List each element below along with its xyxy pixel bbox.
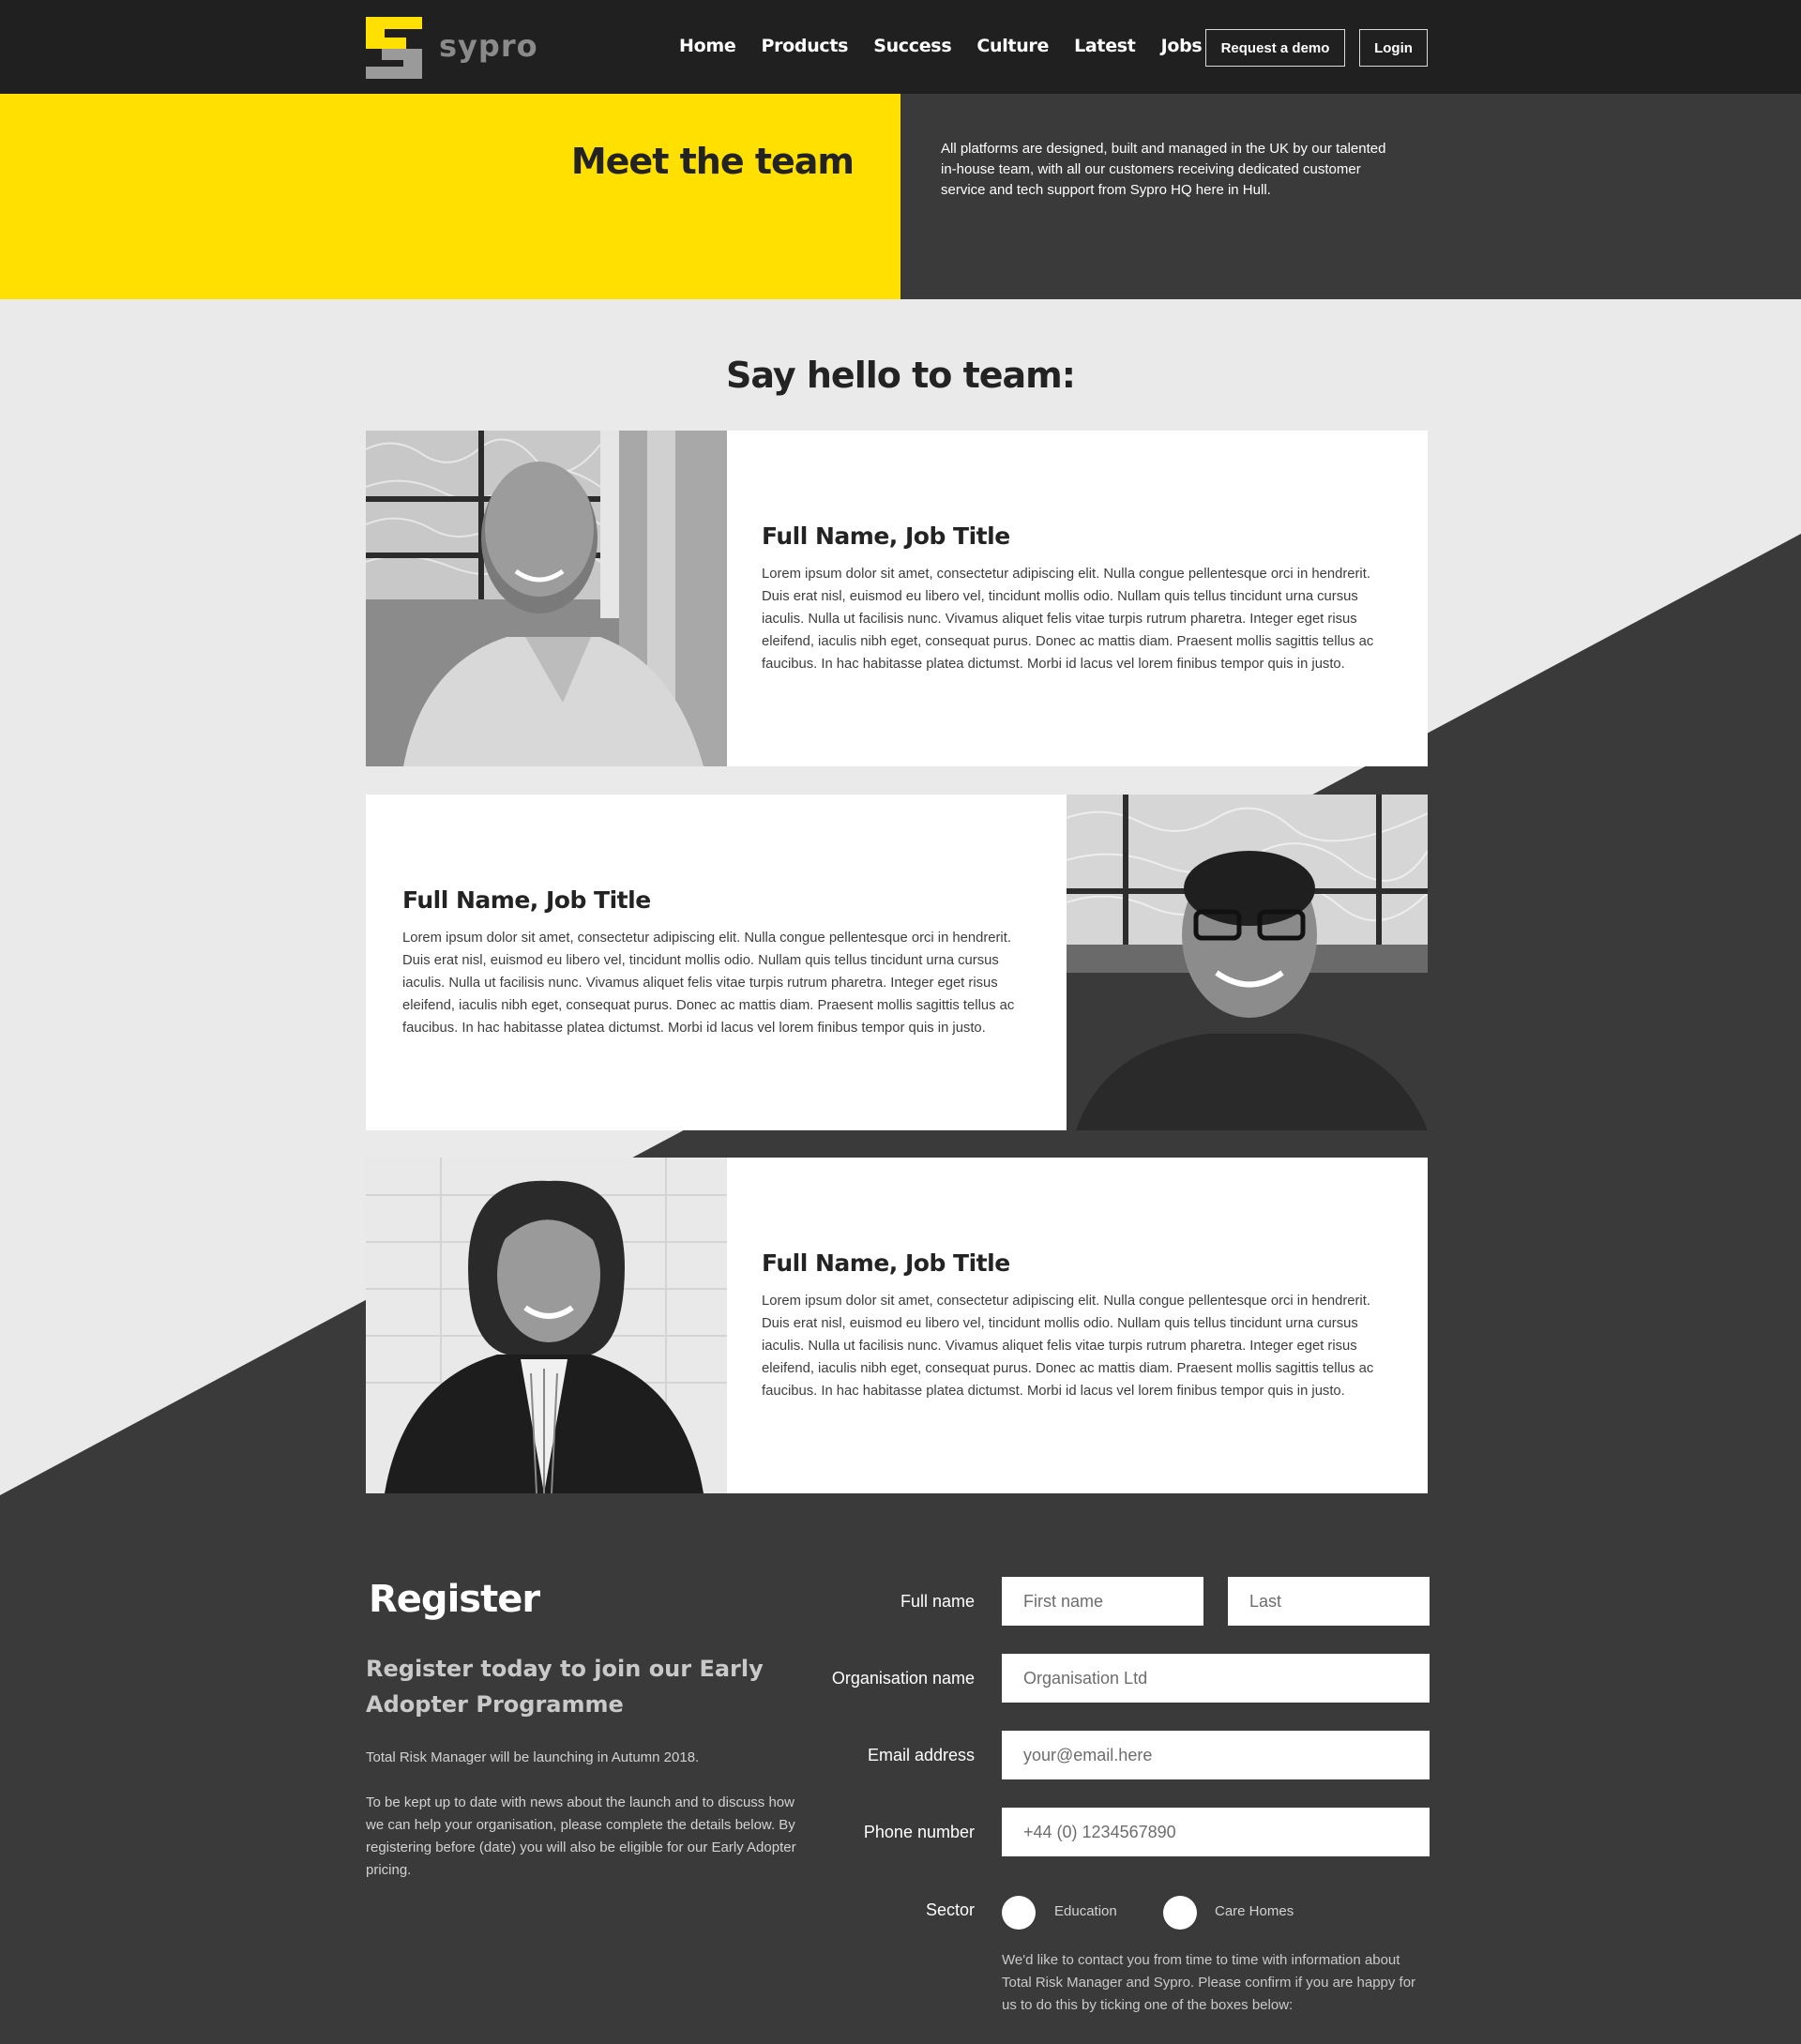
team-heading: Say hello to team: bbox=[726, 355, 1076, 396]
organisation-label: Organisation name bbox=[831, 1669, 975, 1688]
team-member-card: Full Name, Job Title Lorem ipsum dolor s… bbox=[366, 431, 1428, 766]
team-member-info: Full Name, Job Title Lorem ipsum dolor s… bbox=[402, 795, 1040, 1130]
full-name-label: Full name bbox=[900, 1592, 975, 1611]
register-info-text: To be kept up to date with news about th… bbox=[366, 1794, 796, 1878]
team-member-card: Full Name, Job Title Lorem ipsum dolor s… bbox=[366, 795, 1428, 1130]
request-demo-button[interactable]: Request a demo bbox=[1205, 29, 1345, 67]
team-member-info: Full Name, Job Title Lorem ipsum dolor s… bbox=[762, 1158, 1400, 1493]
team-member-info: Full Name, Job Title Lorem ipsum dolor s… bbox=[762, 431, 1400, 766]
phone-label: Phone number bbox=[863, 1823, 975, 1841]
page-title: Meet the team bbox=[570, 141, 855, 182]
phone-input[interactable] bbox=[1002, 1808, 1430, 1856]
sector-care-homes-label: Care Homes bbox=[1215, 1903, 1294, 1919]
team-member-name: Full Name, Job Title bbox=[762, 522, 1010, 550]
nav-products[interactable]: Products bbox=[761, 36, 848, 56]
sector-education-label: Education bbox=[1054, 1903, 1117, 1919]
login-button[interactable]: Login bbox=[1359, 29, 1428, 67]
email-label: Email address bbox=[867, 1746, 975, 1764]
nav-success[interactable]: Success bbox=[873, 36, 951, 56]
nav-latest[interactable]: Latest bbox=[1074, 36, 1136, 56]
main-nav: Home Products Success Culture Latest Job… bbox=[679, 36, 1203, 56]
logo-wordmark: sypro bbox=[439, 28, 538, 64]
marketing-consent-text: We'd like to contact you from time to ti… bbox=[1002, 1952, 1416, 2013]
email-input[interactable] bbox=[1002, 1731, 1430, 1779]
register-title: Register bbox=[369, 1578, 540, 1621]
sector-care-homes-radio[interactable] bbox=[1163, 1896, 1197, 1930]
sector-label: Sector bbox=[925, 1900, 975, 1919]
hero-title-panel: Meet the team bbox=[0, 94, 900, 299]
team-member-card: Full Name, Job Title Lorem ipsum dolor s… bbox=[366, 1158, 1428, 1493]
team-member-name: Full Name, Job Title bbox=[762, 1249, 1010, 1277]
team-member-bio: Lorem ipsum dolor sit amet, consectetur … bbox=[402, 930, 1015, 1036]
team-member-name: Full Name, Job Title bbox=[402, 886, 651, 914]
nav-culture[interactable]: Culture bbox=[976, 36, 1049, 56]
hero-description-panel: All platforms are designed, built and ma… bbox=[900, 94, 1801, 299]
register-subtitle: Register today to join our Early Adopter… bbox=[366, 1656, 764, 1718]
top-navigation-bar: sypro Home Products Success Culture Late… bbox=[0, 0, 1801, 94]
team-member-photo bbox=[366, 1158, 727, 1493]
team-member-photo bbox=[1067, 795, 1428, 1130]
sector-education-radio[interactable] bbox=[1002, 1896, 1036, 1930]
first-name-input[interactable] bbox=[1002, 1577, 1203, 1626]
organisation-input[interactable] bbox=[1002, 1654, 1430, 1703]
last-name-input[interactable] bbox=[1228, 1577, 1430, 1626]
hero-description: All platforms are designed, built and ma… bbox=[941, 141, 1386, 198]
team-member-photo bbox=[366, 431, 727, 766]
nav-jobs[interactable]: Jobs bbox=[1161, 36, 1203, 56]
nav-home[interactable]: Home bbox=[679, 36, 736, 56]
register-launch-text: Total Risk Manager will be launching in … bbox=[366, 1749, 700, 1765]
team-member-bio: Lorem ipsum dolor sit amet, consectetur … bbox=[762, 1293, 1374, 1399]
team-member-bio: Lorem ipsum dolor sit amet, consectetur … bbox=[762, 566, 1374, 672]
